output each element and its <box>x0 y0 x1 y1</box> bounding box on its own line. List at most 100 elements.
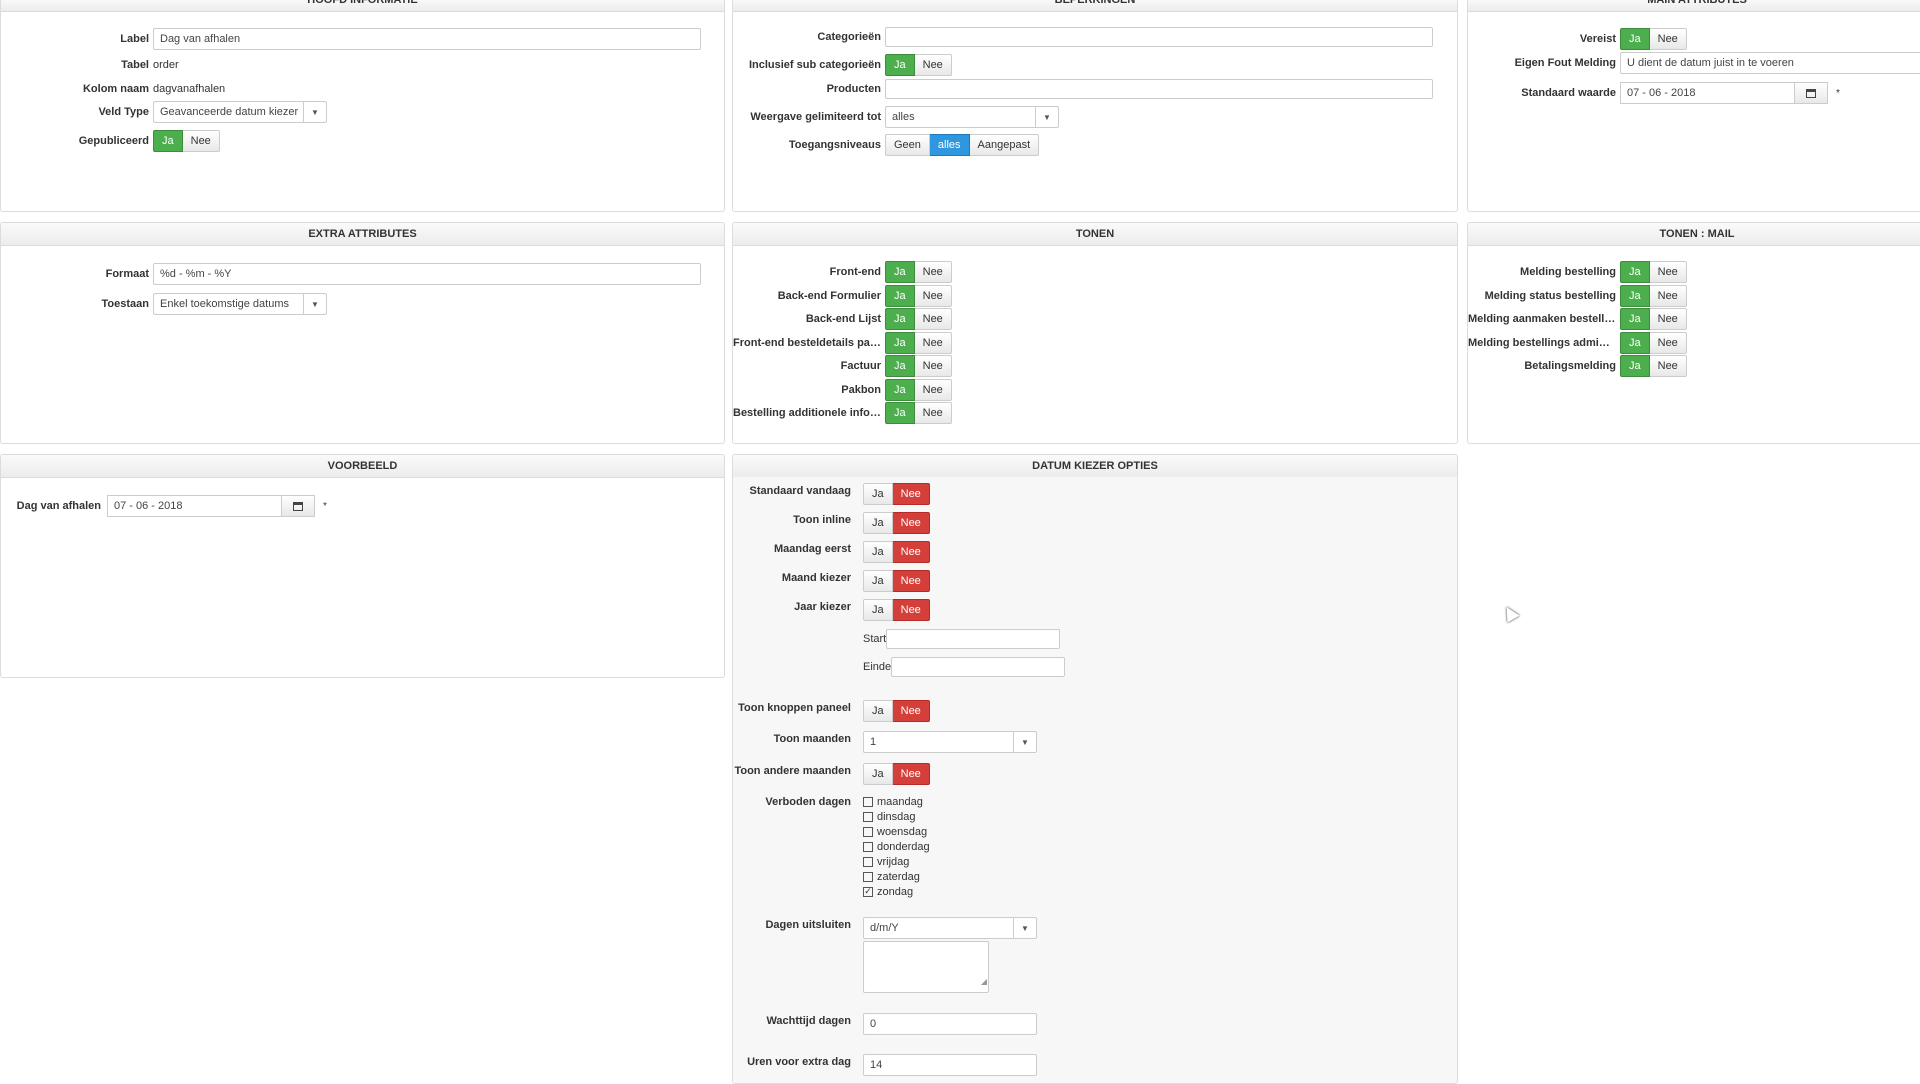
weergave-select[interactable]: alles ▼ <box>885 106 1059 128</box>
ja-button[interactable]: Ja <box>1620 308 1650 330</box>
nee-button[interactable]: Nee <box>1649 261 1687 283</box>
nee-button[interactable]: Nee <box>892 599 930 621</box>
day-checkbox-item[interactable]: ✓ zondag <box>863 884 930 899</box>
day-checkbox-item[interactable]: dinsdag <box>863 809 930 824</box>
nee-button[interactable]: Nee <box>182 130 220 152</box>
einde-input[interactable] <box>891 657 1066 677</box>
nee-button[interactable]: Nee <box>1649 28 1687 50</box>
geen-button[interactable]: Geen <box>885 134 930 156</box>
ja-button[interactable]: Ja <box>885 54 915 76</box>
toon-inline-toggle: Ja Nee <box>863 512 930 534</box>
chevron-down-icon: ▼ <box>303 294 326 314</box>
dagen-uitsluiten-textarea[interactable]: ◢ <box>863 941 989 993</box>
ja-button[interactable]: Ja <box>863 763 893 785</box>
nee-button[interactable]: Nee <box>892 541 930 563</box>
dag-van-afhalen-input[interactable]: 07 - 06 - 2018 <box>107 495 281 517</box>
ja-button[interactable]: Ja <box>885 261 915 283</box>
day-checkbox-item[interactable]: donderdag <box>863 839 930 854</box>
nee-button[interactable]: Nee <box>1649 308 1687 330</box>
day-label: zaterdag <box>877 870 920 883</box>
ja-button[interactable]: Ja <box>885 284 915 307</box>
nee-button[interactable]: Nee <box>914 261 952 283</box>
nee-button[interactable]: Nee <box>1649 331 1687 354</box>
nee-button[interactable]: Nee <box>892 483 930 505</box>
ja-button[interactable]: Ja <box>863 483 893 505</box>
panel-tonen-mail: TONEN : MAIL Melding bestelling Ja Nee Meld… <box>1467 222 1920 444</box>
nee-button[interactable]: Nee <box>914 54 952 76</box>
ja-button[interactable]: Ja <box>153 130 183 152</box>
ja-button[interactable]: Ja <box>1620 355 1650 377</box>
resize-handle-icon[interactable]: ◢ <box>981 972 987 992</box>
ja-button[interactable]: Ja <box>885 331 915 354</box>
panel-hoofd-informatie: HOOFD INFORMATIE Label Dag van afhalen T… <box>0 0 725 212</box>
nee-button[interactable]: Nee <box>1649 284 1687 307</box>
nee-button[interactable]: Nee <box>892 700 930 722</box>
uren-voor-extra-dag-input[interactable]: 14 <box>863 1054 1037 1076</box>
nee-button[interactable]: Nee <box>892 512 930 534</box>
ja-button[interactable]: Ja <box>885 378 915 401</box>
jaar-kiezer-toggle: Ja Nee <box>863 599 1065 621</box>
chevron-down-icon: ▼ <box>1035 107 1058 127</box>
day-checkbox-item[interactable]: vrijdag <box>863 854 930 869</box>
ja-button[interactable]: Ja <box>885 402 915 424</box>
tonen-item-label: Back-end Formulier <box>777 289 881 302</box>
checkbox[interactable] <box>863 796 873 807</box>
ja-button[interactable]: Ja <box>863 599 893 621</box>
veld-type-select[interactable]: Geavanceerde datum kiezer ▼ <box>153 101 327 123</box>
panel-title: BEPERKINGEN <box>733 0 1457 12</box>
ja-button[interactable]: Ja <box>863 541 893 563</box>
panel-voorbeeld: VOORBEELD Dag van afhalen 07 - 06 - 2018… <box>0 454 725 678</box>
start-input[interactable] <box>886 629 1061 649</box>
ja-button[interactable]: Ja <box>885 308 915 330</box>
alles-button[interactable]: alles <box>929 134 970 156</box>
ja-button[interactable]: Ja <box>1620 284 1650 307</box>
ja-button[interactable]: Ja <box>863 570 893 592</box>
checkbox[interactable] <box>863 856 873 867</box>
gepubliceerd-toggle: Ja Nee <box>153 130 220 152</box>
nee-button[interactable]: Nee <box>914 308 952 330</box>
nee-button[interactable]: Nee <box>892 763 930 785</box>
nee-button[interactable]: Nee <box>914 378 952 401</box>
dagen-uitsluiten-select[interactable]: d/m/Y ▼ <box>863 917 1037 939</box>
ja-button[interactable]: Ja <box>1620 28 1650 50</box>
nee-button[interactable]: Nee <box>914 402 952 424</box>
jaar-kiezer-row: Jaar kiezer Ja Nee Start Einde <box>733 593 1457 695</box>
day-checkbox-item[interactable]: zaterdag <box>863 869 930 884</box>
weergave-label: Weergave gelimiteerd tot <box>750 111 881 123</box>
checkbox[interactable]: ✓ <box>863 886 873 897</box>
checkbox[interactable] <box>863 871 873 882</box>
checkbox[interactable] <box>863 811 873 822</box>
eigen-fout-melding-input[interactable]: U dient de datum juist in te voeren <box>1620 52 1920 74</box>
day-checkbox-item[interactable]: woensdag <box>863 824 930 839</box>
wachttijd-dagen-input[interactable]: 0 <box>863 1013 1037 1035</box>
inclusief-sub-label: Inclusief sub categorieën <box>748 59 881 71</box>
tonen-item-label: Front-end <box>829 266 881 278</box>
toon-maanden-select[interactable]: 1 ▼ <box>863 731 1037 753</box>
calendar-button[interactable] <box>281 495 315 517</box>
ja-button[interactable]: Ja <box>885 355 915 377</box>
ja-button[interactable]: Ja <box>863 512 893 534</box>
producten-input[interactable] <box>885 79 1433 99</box>
ja-button[interactable]: Ja <box>1620 261 1650 283</box>
aangepast-button[interactable]: Aangepast <box>969 134 1040 156</box>
required-star: * <box>1836 87 1840 99</box>
checkbox[interactable] <box>863 826 873 837</box>
label-input[interactable]: Dag van afhalen <box>153 28 701 50</box>
ja-button[interactable]: Ja <box>1620 331 1650 354</box>
nee-button[interactable]: Nee <box>914 355 952 377</box>
nee-button[interactable]: Nee <box>1649 355 1687 377</box>
toestaan-select[interactable]: Enkel toekomstige datums ▼ <box>153 293 327 315</box>
checkbox[interactable] <box>863 841 873 852</box>
day-checkbox-item[interactable]: maandag <box>863 794 930 809</box>
standaard-waarde-input[interactable]: 07 - 06 - 2018 <box>1620 82 1794 104</box>
nee-button[interactable]: Nee <box>892 570 930 592</box>
nee-button[interactable]: Nee <box>914 331 952 354</box>
nee-button[interactable]: Nee <box>914 284 952 307</box>
formaat-input[interactable]: %d - %m - %Y <box>153 263 701 285</box>
wachttijd-dagen-row: Wachttijd dagen 0 <box>733 1007 1457 1049</box>
categorieen-input[interactable] <box>885 27 1433 47</box>
toon-andere-maanden-row: Toon andere maanden Ja Nee <box>733 757 1457 789</box>
ja-button[interactable]: Ja <box>863 700 893 722</box>
toestaan-label: Toestaan <box>101 298 149 310</box>
calendar-button[interactable] <box>1794 82 1828 104</box>
